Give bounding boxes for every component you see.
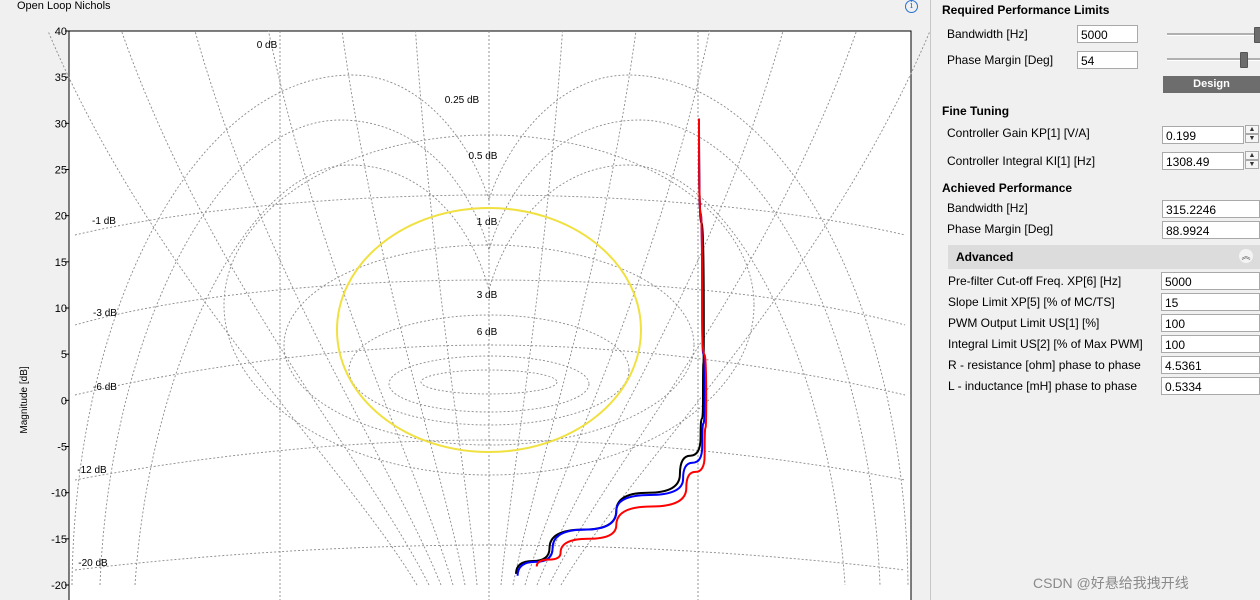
collapse-chevron-icon[interactable]: ︽ bbox=[1239, 249, 1253, 263]
advanced-row-label: Integral Limit US[2] [% of Max PWM] bbox=[948, 337, 1143, 351]
y-tick-label: 25 bbox=[55, 165, 67, 177]
y-tick-label: -20 bbox=[51, 580, 67, 592]
y-tick-label: 30 bbox=[55, 118, 67, 130]
m-circle-label: -1 dB bbox=[92, 216, 116, 227]
m-circle-label: -20 dB bbox=[78, 558, 108, 569]
advanced-row-label: PWM Output Limit US[1] [%] bbox=[948, 316, 1100, 330]
achieved-phase-margin-value: 88.9924 bbox=[1162, 221, 1260, 239]
phase-margin-slider-thumb[interactable] bbox=[1240, 52, 1249, 68]
advanced-title: Advanced bbox=[956, 250, 1014, 264]
m-circle-label: -6 dB bbox=[93, 382, 117, 393]
watermark: CSDN @好悬给我拽开线 bbox=[1033, 575, 1189, 591]
m-circle-label: -12 dB bbox=[77, 465, 107, 476]
phase-margin-input[interactable]: 54 bbox=[1077, 51, 1138, 69]
advanced-row-label: R - resistance [ohm] phase to phase bbox=[948, 358, 1141, 372]
nichols-chart-panel: Magnitude [dB] 40 35 30 25 20 15 10 5 0 -5 -10 -15 -2… bbox=[0, 0, 931, 600]
y-tick-label: 35 bbox=[55, 72, 67, 84]
advanced-row-input[interactable]: 100 bbox=[1161, 314, 1260, 332]
y-tick-label: -10 bbox=[51, 488, 67, 500]
m-circle-label: 0.25 dB bbox=[445, 95, 480, 106]
kp-label: Controller Gain KP[1] [V/A] bbox=[947, 126, 1090, 140]
advanced-row-input[interactable]: 100 bbox=[1161, 335, 1260, 353]
m-circle-label: 0 dB bbox=[257, 40, 278, 51]
kp-spinner[interactable]: ▲ ▼ bbox=[1245, 125, 1259, 145]
m-circle-label: 1 dB bbox=[477, 217, 498, 228]
settings-panel: Required Performance Limits Bandwidth [H… bbox=[931, 0, 1260, 600]
ki-spinner[interactable]: ▲ ▼ bbox=[1245, 151, 1259, 171]
y-tick-label: -15 bbox=[51, 534, 67, 546]
spin-down-icon[interactable]: ▼ bbox=[1245, 160, 1259, 169]
advanced-row-input[interactable]: 5000 bbox=[1161, 272, 1260, 290]
advanced-section-header[interactable]: Advanced ︽ bbox=[948, 245, 1260, 269]
advanced-row-label: L - inductance [mH] phase to phase bbox=[948, 379, 1137, 393]
advanced-row-label: Slope Limit XP[5] [% of MC/TS] bbox=[948, 295, 1115, 309]
advanced-row-input[interactable]: 15 bbox=[1161, 293, 1260, 311]
design-button[interactable]: Design bbox=[1163, 76, 1260, 93]
m-circle-label: 0.5 dB bbox=[469, 151, 498, 162]
advanced-row-label: Pre-filter Cut-off Freq. XP[6] [Hz] bbox=[948, 274, 1122, 288]
advanced-row-input[interactable]: 4.5361 bbox=[1161, 356, 1260, 374]
nichols-plot: Magnitude [dB] 40 35 30 25 20 15 10 5 0 -5 -10 -15 -2… bbox=[19, 26, 930, 600]
kp-input[interactable]: 0.199 bbox=[1162, 126, 1244, 144]
y-tick-label: 10 bbox=[55, 303, 67, 315]
achieved-performance-title: Achieved Performance bbox=[942, 181, 1073, 195]
bandwidth-input[interactable]: 5000 bbox=[1077, 25, 1138, 43]
y-tick-label: 15 bbox=[55, 257, 67, 269]
achieved-phase-margin-label: Phase Margin [Deg] bbox=[947, 222, 1054, 236]
spin-down-icon[interactable]: ▼ bbox=[1245, 134, 1259, 143]
spin-up-icon[interactable]: ▲ bbox=[1245, 151, 1259, 160]
ki-label: Controller Integral KI[1] [Hz] bbox=[947, 154, 1096, 168]
required-performance-title: Required Performance Limits bbox=[942, 3, 1110, 17]
y-tick-label: 20 bbox=[55, 211, 67, 223]
spin-up-icon[interactable]: ▲ bbox=[1245, 125, 1259, 134]
info-icon[interactable]: i bbox=[905, 0, 918, 13]
m-circle-label: -3 dB bbox=[93, 308, 117, 319]
y-axis-label: Magnitude [dB] bbox=[19, 366, 30, 433]
bandwidth-slider[interactable] bbox=[1167, 33, 1260, 36]
bandwidth-label: Bandwidth [Hz] bbox=[947, 27, 1028, 41]
ki-input[interactable]: 1308.49 bbox=[1162, 152, 1244, 170]
m-circle-label: 3 dB bbox=[477, 290, 498, 301]
bandwidth-slider-thumb[interactable] bbox=[1254, 27, 1260, 43]
achieved-bandwidth-label: Bandwidth [Hz] bbox=[947, 201, 1028, 215]
plot-area bbox=[68, 30, 912, 600]
chart-title: Open Loop Nichols bbox=[17, 0, 111, 12]
m-circle-label: 6 dB bbox=[477, 327, 498, 338]
y-tick-label: 0 bbox=[61, 395, 67, 407]
achieved-bandwidth-value: 315.2246 bbox=[1162, 200, 1260, 218]
y-tick-label: 40 bbox=[55, 26, 67, 38]
advanced-row-input[interactable]: 0.5334 bbox=[1161, 377, 1260, 395]
fine-tuning-title: Fine Tuning bbox=[942, 104, 1010, 118]
phase-margin-label: Phase Margin [Deg] bbox=[947, 53, 1054, 67]
y-tick-label: -5 bbox=[57, 442, 67, 454]
y-tick-label: 5 bbox=[61, 349, 67, 361]
